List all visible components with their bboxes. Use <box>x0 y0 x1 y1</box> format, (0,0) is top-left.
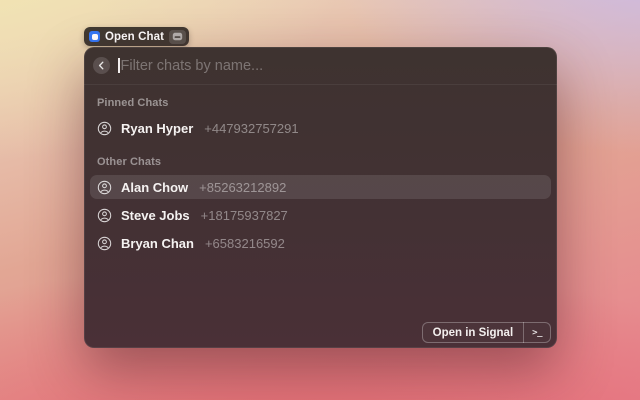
text-caret <box>118 58 120 73</box>
chat-name: Bryan Chan <box>121 236 194 251</box>
chat-phone: +18175937827 <box>201 208 288 223</box>
enter-key-icon <box>172 32 183 41</box>
search-input[interactable] <box>121 58 546 74</box>
desktop-background: Open Chat Pinned Chats <box>0 0 640 400</box>
action-label: Open in Signal <box>423 327 524 339</box>
signal-icon-bubble <box>92 34 98 40</box>
chat-phone: +447932757291 <box>204 121 298 136</box>
section-title-pinned-chats: Pinned Chats <box>90 85 551 116</box>
chat-name: Alan Chow <box>121 180 188 195</box>
terminal-prompt-icon: >_ <box>524 328 550 338</box>
section-title-other-chats: Other Chats <box>90 144 551 175</box>
footer-bar: Open in Signal >_ <box>422 322 551 343</box>
chevron-left-icon <box>96 60 107 71</box>
launcher-window: Pinned Chats Ryan Hyper +447932757291 Ot… <box>84 47 557 348</box>
chat-name: Steve Jobs <box>121 208 190 223</box>
chat-row-bryan-chan[interactable]: Bryan Chan +6583216592 <box>90 231 551 255</box>
chat-row-steve-jobs[interactable]: Steve Jobs +18175937827 <box>90 203 551 227</box>
person-circle-icon <box>97 180 112 195</box>
open-chat-pill[interactable]: Open Chat <box>84 27 189 46</box>
chat-row-alan-chow[interactable]: Alan Chow +85263212892 <box>90 175 551 199</box>
back-button[interactable] <box>93 57 110 74</box>
pill-label: Open Chat <box>105 31 164 43</box>
chat-name: Ryan Hyper <box>121 121 193 136</box>
open-in-signal-button[interactable]: Open in Signal >_ <box>422 322 551 343</box>
search-bar <box>84 47 557 84</box>
person-circle-icon <box>97 208 112 223</box>
chat-row-ryan-hyper[interactable]: Ryan Hyper +447932757291 <box>90 116 551 140</box>
chat-phone: +85263212892 <box>199 180 286 195</box>
person-circle-icon <box>97 121 112 136</box>
person-circle-icon <box>97 236 112 251</box>
chat-phone: +6583216592 <box>205 236 285 251</box>
chat-list: Pinned Chats Ryan Hyper +447932757291 Ot… <box>84 85 557 255</box>
signal-icon <box>89 31 100 42</box>
enter-key-badge <box>169 30 186 44</box>
